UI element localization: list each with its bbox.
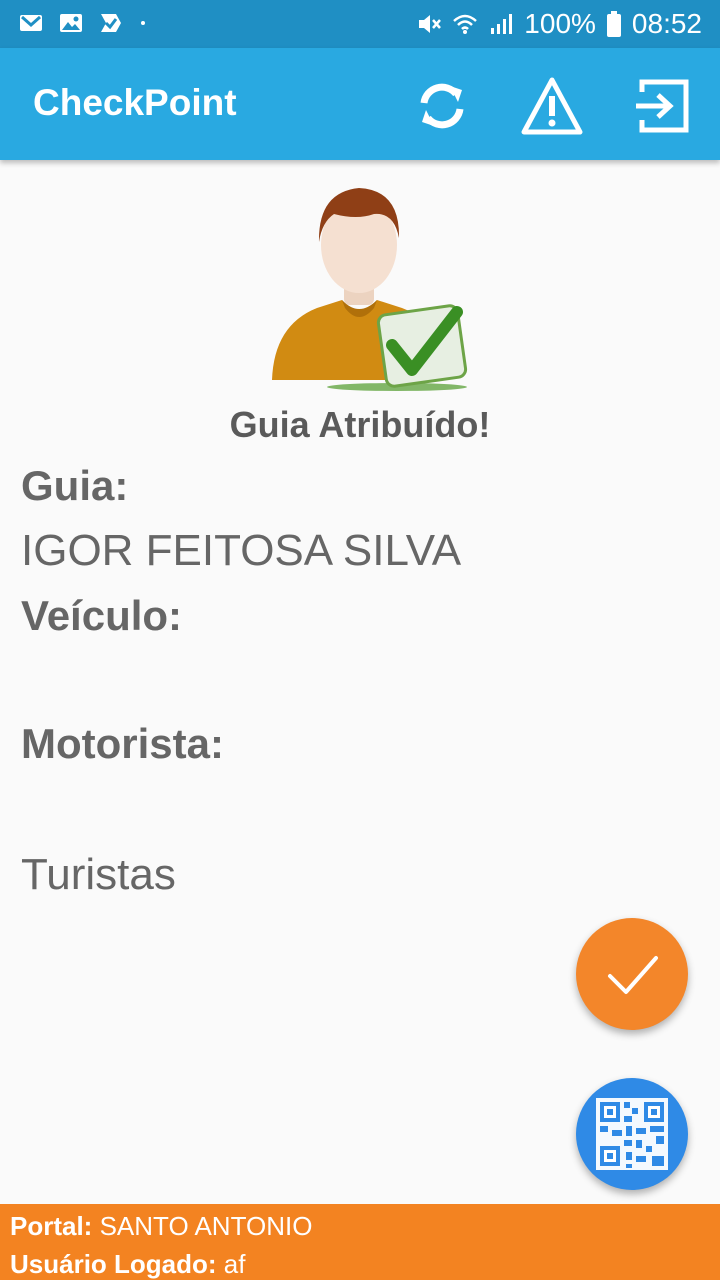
battery-percent: 100% [524,8,596,39]
veiculo-label: Veículo: [21,592,183,639]
warning-icon [521,77,583,135]
qr-code-icon [596,1098,668,1170]
session-footer: Portal: SANTO ANTONIO Usuário Logado: af [0,1204,720,1280]
motorista-label: Motorista: [21,720,224,767]
mute-icon [419,15,442,33]
refresh-button[interactable] [412,76,472,136]
dot-icon [141,21,145,25]
gmail-icon [20,15,42,31]
app-bar: CheckPoint [0,48,720,160]
check-icon [608,956,658,994]
portal-value: SANTO ANTONIO [99,1211,313,1241]
exit-icon [636,79,689,133]
guide-assigned-avatar-icon [272,188,468,391]
guia-value: IGOR FEITOSA SILVA [21,526,462,575]
task-check-icon [101,14,121,32]
battery-icon [606,11,621,37]
exit-button[interactable] [634,76,694,136]
logged-user-value: af [223,1249,246,1279]
portal-line: Portal: SANTO ANTONIO [10,1211,312,1242]
turistas-value: Turistas [21,850,176,899]
logged-user-label: Usuário Logado: [10,1249,217,1279]
clock: 08:52 [631,8,702,39]
assignment-status-title: Guia Atribuído! [229,404,491,445]
logged-user-line: Usuário Logado: af [10,1249,245,1280]
notification-icons [18,10,148,36]
guia-label: Guia: [21,462,129,509]
refresh-icon [420,83,464,129]
wifi-icon [453,14,478,34]
signal-icon [491,14,513,34]
status-bar: 100% 08:52 [0,0,720,48]
image-icon [60,14,82,32]
warning-button[interactable] [520,76,583,136]
qr-scan-fab-button[interactable] [576,1078,688,1190]
app-title: CheckPoint [33,82,237,123]
portal-label: Portal: [10,1211,93,1241]
system-status: 100% 08:52 [416,8,702,40]
confirm-fab-button[interactable] [576,918,688,1030]
